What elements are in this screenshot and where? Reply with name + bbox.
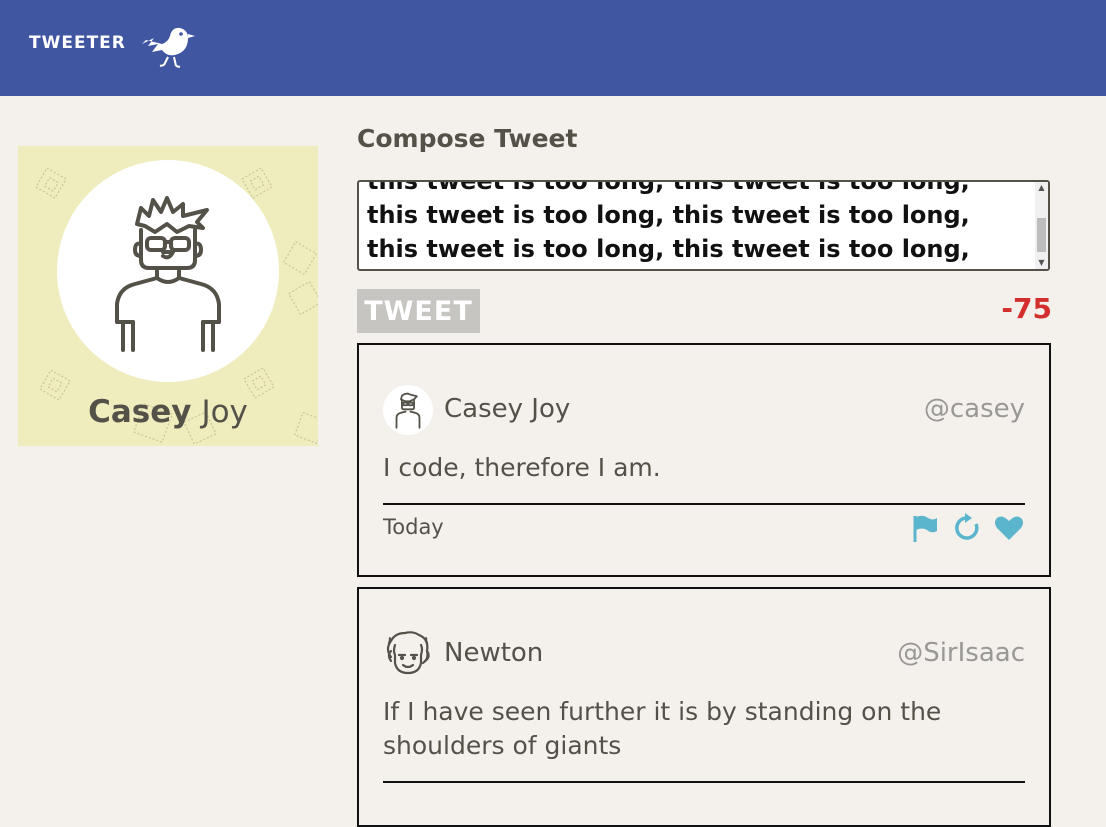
tweet-avatar[interactable] [383, 385, 433, 435]
character-counter: -75 [1001, 292, 1052, 325]
heart-icon[interactable] [993, 512, 1025, 544]
tweet-author-handle[interactable]: @SirIsaac [897, 638, 1025, 668]
tweet-button[interactable]: TWEET [357, 289, 480, 333]
scrollbar-thumb[interactable] [1037, 218, 1046, 252]
tweet-divider [383, 503, 1025, 505]
tweet-card: Casey Joy @casey I code, therefore I am.… [357, 343, 1051, 577]
tweet-date: Today [383, 515, 444, 539]
profile-first-name: Casey [88, 394, 192, 430]
tweet-avatar[interactable] [383, 629, 433, 679]
avatar-newton-icon [386, 631, 430, 675]
tweet-textarea[interactable]: this tweet is too long, this tweet is to… [357, 180, 1050, 271]
top-bar: TWEETER [0, 0, 1106, 96]
avatar-casey-icon [395, 392, 421, 429]
brand-logo-text[interactable]: TWEETER [29, 33, 126, 53]
tweet-actions [909, 511, 1025, 545]
bird-icon[interactable] [138, 24, 196, 68]
textarea-scrollbar[interactable]: ▲ ▼ [1035, 182, 1048, 269]
tweet-author-handle[interactable]: @casey [924, 394, 1025, 424]
scroll-up-arrow-icon[interactable]: ▲ [1035, 182, 1048, 194]
tweet-card: Newton @SirIsaac If I have seen further … [357, 587, 1051, 827]
tweet-text: If I have seen further it is by standing… [383, 697, 942, 760]
tweet-divider [383, 781, 1025, 783]
flag-icon[interactable] [909, 512, 941, 544]
profile-last-name: Joy [201, 394, 248, 430]
tweet-text: I code, therefore I am. [383, 453, 661, 482]
avatar-casey-icon [115, 196, 221, 352]
profile-avatar [57, 160, 279, 382]
tweet-textarea-text[interactable]: this tweet is too long, this tweet is to… [367, 182, 1027, 269]
scroll-down-arrow-icon[interactable]: ▼ [1035, 257, 1048, 269]
retweet-icon[interactable] [951, 512, 983, 544]
profile-card: Casey Joy [18, 146, 318, 446]
tweet-author-name[interactable]: Casey Joy [444, 394, 570, 424]
compose-title: Compose Tweet [357, 124, 578, 153]
tweet-author-name[interactable]: Newton [444, 638, 543, 668]
profile-name: Casey Joy [18, 394, 318, 430]
